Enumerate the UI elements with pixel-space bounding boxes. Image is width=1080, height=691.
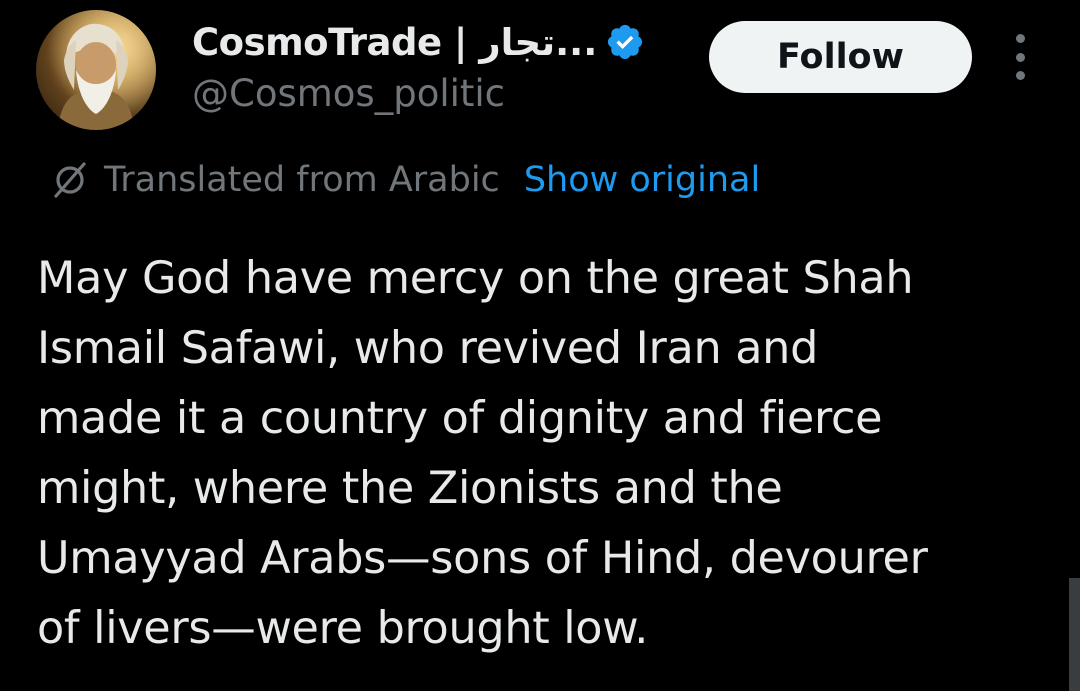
display-name[interactable]: CosmoTrade | تجار... [192,21,598,64]
more-dot [1015,71,1025,80]
show-original-link[interactable]: Show original [524,160,760,200]
avatar[interactable] [36,10,156,130]
more-dot [1015,52,1025,62]
more-dot [1015,34,1025,43]
more-options-icon[interactable] [1004,34,1036,80]
tweet-line: May God have mercy on the great Shah [37,253,914,304]
tweet-line: made it a country of dignity and fierce [37,393,883,444]
author-handle[interactable]: @Cosmos_politic [192,72,505,115]
translated-label: Translated from Arabic [104,160,500,200]
tweet-text: May God have mercy on the great Shah Ism… [37,244,1057,664]
translation-bar: Translated from Arabic Show original [48,155,760,205]
verified-badge-icon [608,24,643,60]
tweet-line: might, where the Zionists and the [37,463,783,514]
tweet-line: of livers—were brought low. [37,603,649,654]
scrollbar[interactable] [1069,578,1080,691]
tweet-line: Umayyad Arabs—sons of Hind, devourer [37,533,928,584]
portrait-avatar-icon [36,10,156,130]
follow-button[interactable]: Follow [709,21,972,93]
author-name-row[interactable]: CosmoTrade | تجار... [192,16,645,68]
tweet-line: Ismail Safawi, who revived Iran and [37,323,819,374]
translate-icon [54,162,86,198]
